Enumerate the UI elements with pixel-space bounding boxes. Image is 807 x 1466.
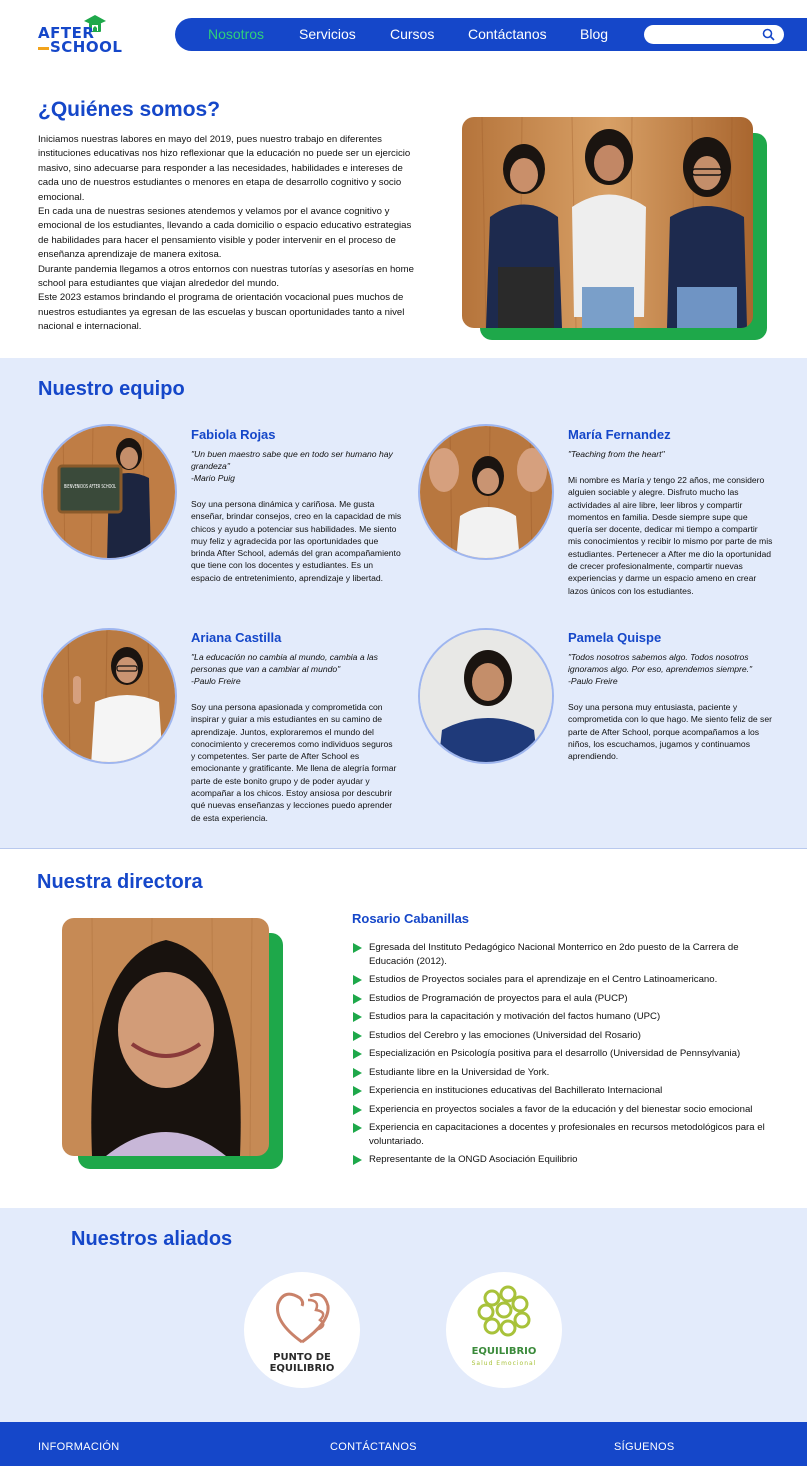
- triangle-bullet-icon: [353, 1030, 362, 1041]
- logo-text-school: SCHOOL: [50, 38, 123, 56]
- triangle-bullet-icon: [353, 1049, 362, 1059]
- quote-text: "Todos nosotros sabemos algo. Todos noso…: [568, 652, 753, 674]
- ally-name: EQUILIBRIO: [269, 1363, 335, 1374]
- about-paragraph: Durante pandemia llegamos a otros entorn…: [38, 263, 414, 290]
- list-item: Experiencia en capacitaciones a docentes…: [352, 1121, 772, 1148]
- cv-item-text: Estudios de Proyectos sociales para el a…: [369, 974, 718, 985]
- nav-item-cursos[interactable]: Cursos: [390, 26, 434, 42]
- about-paragraph: Iniciamos nuestras labores en mayo del 2…: [38, 134, 411, 203]
- member-bio: Soy una persona apasionada y comprometid…: [191, 702, 397, 823]
- member-photo-ariana: [41, 628, 177, 764]
- search-input[interactable]: [644, 25, 784, 44]
- cv-item-text: Especialización en Psicología positiva p…: [369, 1048, 741, 1059]
- triangle-bullet-icon: [353, 1086, 362, 1096]
- brain-icon: [477, 1285, 531, 1337]
- cv-item-text: Experiencia en instituciones educativas …: [369, 1085, 663, 1096]
- list-item: Estudios de Programación de proyectos pa…: [352, 992, 772, 1006]
- list-item: Especialización en Psicología positiva p…: [352, 1047, 772, 1061]
- ally-subtitle: Salud Emocional: [471, 1360, 537, 1367]
- about-paragraph: Este 2023 estamos brindando el programa …: [38, 292, 405, 333]
- list-item: Estudiante libre en la Universidad de Yo…: [352, 1066, 772, 1080]
- cv-item-text: Experiencia en capacitaciones a docentes…: [369, 1122, 765, 1147]
- member-name: María Fernandez: [568, 427, 671, 442]
- triangle-bullet-icon: [353, 1155, 362, 1165]
- nav-item-servicios[interactable]: Servicios: [299, 26, 356, 42]
- triangle-bullet-icon: [353, 1067, 362, 1078]
- quote-text: "La educación no cambia al mundo, cambia…: [191, 652, 378, 674]
- director-photo: [62, 918, 269, 1156]
- after-school-logo[interactable]: AFTER SCHOOL: [36, 14, 122, 58]
- nav-item-contactanos[interactable]: Contáctanos: [468, 26, 547, 42]
- site-footer: INFORMACIÓN CONTÁCTANOS SÍGUENOS: [0, 1422, 807, 1466]
- cv-item-text: Estudios para la capacitación y motivaci…: [369, 1011, 661, 1022]
- team-section: Nuestro equipo BIENVENIDOS AFTER SCHOOL …: [0, 358, 807, 848]
- list-item: Egresada del Instituto Pedagógico Nacion…: [352, 941, 772, 968]
- member-name: Fabiola Rojas: [191, 427, 276, 442]
- triangle-bullet-icon: [353, 1012, 362, 1022]
- list-item: Experiencia en instituciones educativas …: [352, 1084, 772, 1098]
- member-quote: "Todos nosotros sabemos algo. Todos noso…: [568, 651, 773, 687]
- quote-text: "Un buen maestro sabe que en todo ser hu…: [191, 449, 393, 471]
- ally-logo-equilibrio[interactable]: EQUILIBRIO Salud Emocional: [446, 1272, 562, 1388]
- nav-item-nosotros[interactable]: Nosotros: [208, 26, 264, 42]
- allies-title: Nuestros aliados: [71, 1228, 233, 1250]
- member-quote: "La educación no cambia al mundo, cambia…: [191, 651, 396, 687]
- member-photo-fabiola: BIENVENIDOS AFTER SCHOOL: [41, 424, 177, 560]
- quote-author: -Paulo Freire: [568, 676, 618, 686]
- member-name: Ariana Castilla: [191, 630, 282, 645]
- director-title: Nuestra directora: [37, 871, 203, 893]
- nav-item-blog[interactable]: Blog: [580, 26, 608, 42]
- sign-text: BIENVENIDOS AFTER SCHOOL: [64, 484, 116, 490]
- list-item: Estudios de Proyectos sociales para el a…: [352, 973, 772, 987]
- cv-item-text: Estudios del Cerebro y las emociones (Un…: [369, 1029, 641, 1041]
- member-photo-maria: [418, 424, 554, 560]
- triangle-bullet-icon: [353, 1104, 362, 1115]
- triangle-bullet-icon: [353, 993, 362, 1004]
- search-icon[interactable]: [762, 28, 775, 41]
- quote-text: "Teaching from the heart": [568, 449, 665, 459]
- cv-item-text: Egresada del Instituto Pedagógico Nacion…: [369, 942, 739, 967]
- footer-siguenos[interactable]: SÍGUENOS: [614, 1441, 674, 1453]
- member-bio: Soy una persona dinámica y cariñosa. Me …: [191, 499, 402, 583]
- cv-item-text: Representante de la ONGD Asociación Equi…: [369, 1154, 578, 1165]
- about-text: Iniciamos nuestras labores en mayo del 2…: [38, 133, 416, 335]
- triangle-bullet-icon: [353, 975, 362, 985]
- member-name: Pamela Quispe: [568, 630, 662, 645]
- cv-item-text: Experiencia en proyectos sociales a favo…: [369, 1103, 753, 1115]
- director-cv-list: Egresada del Instituto Pedagógico Nacion…: [352, 941, 772, 1172]
- triangle-bullet-icon: [353, 943, 362, 953]
- logo-accent-bar: [38, 47, 49, 50]
- list-item: Representante de la ONGD Asociación Equi…: [352, 1153, 772, 1167]
- cv-item-text: Estudiante libre en la Universidad de Yo…: [369, 1066, 550, 1078]
- list-item: Estudios para la capacitación y motivaci…: [352, 1010, 772, 1024]
- allies-section: Nuestros aliados PUNTO DE EQUILIBRIO EQU…: [0, 1208, 807, 1422]
- member-bio: Soy una persona muy entusiasta, paciente…: [568, 702, 772, 762]
- about-section: ¿Quiénes somos? Iniciamos nuestras labor…: [0, 70, 807, 358]
- quote-author: -Mario Puig: [191, 473, 235, 483]
- quote-author: -Paulo Freire: [191, 676, 241, 686]
- ally-name: PUNTO DE: [273, 1352, 331, 1363]
- team-title: Nuestro equipo: [38, 378, 185, 400]
- footer-informacion[interactable]: INFORMACIÓN: [38, 1441, 120, 1453]
- member-bio: Mi nombre es María y tengo 22 años, me c…: [568, 475, 773, 596]
- team-group-photo: [462, 117, 753, 328]
- about-title: ¿Quiénes somos?: [38, 98, 221, 121]
- list-item: Estudios del Cerebro y las emociones (Un…: [352, 1029, 772, 1043]
- member-quote: "Un buen maestro sabe que en todo ser hu…: [191, 448, 396, 484]
- about-paragraph: En cada una de nuestras sesiones atendem…: [38, 206, 412, 261]
- member-photo-pamela: [418, 628, 554, 764]
- main-nav: Nosotros Servicios Cursos Contáctanos Bl…: [175, 18, 807, 51]
- cv-item-text: Estudios de Programación de proyectos pa…: [369, 992, 628, 1004]
- ally-name: EQUILIBRIO: [471, 1346, 537, 1357]
- ally-logo-punto-de-equilibrio[interactable]: PUNTO DE EQUILIBRIO: [244, 1272, 360, 1388]
- footer-contactanos[interactable]: CONTÁCTANOS: [330, 1441, 417, 1453]
- list-item: Experiencia en proyectos sociales a favo…: [352, 1103, 772, 1117]
- director-section: Nuestra directora Rosario Cabanillas Egr…: [0, 848, 807, 1208]
- member-quote: "Teaching from the heart": [568, 448, 773, 460]
- triangle-bullet-icon: [353, 1123, 362, 1133]
- site-header: AFTER SCHOOL Nosotros Servicios Cursos C…: [0, 0, 807, 70]
- director-name: Rosario Cabanillas: [352, 911, 470, 926]
